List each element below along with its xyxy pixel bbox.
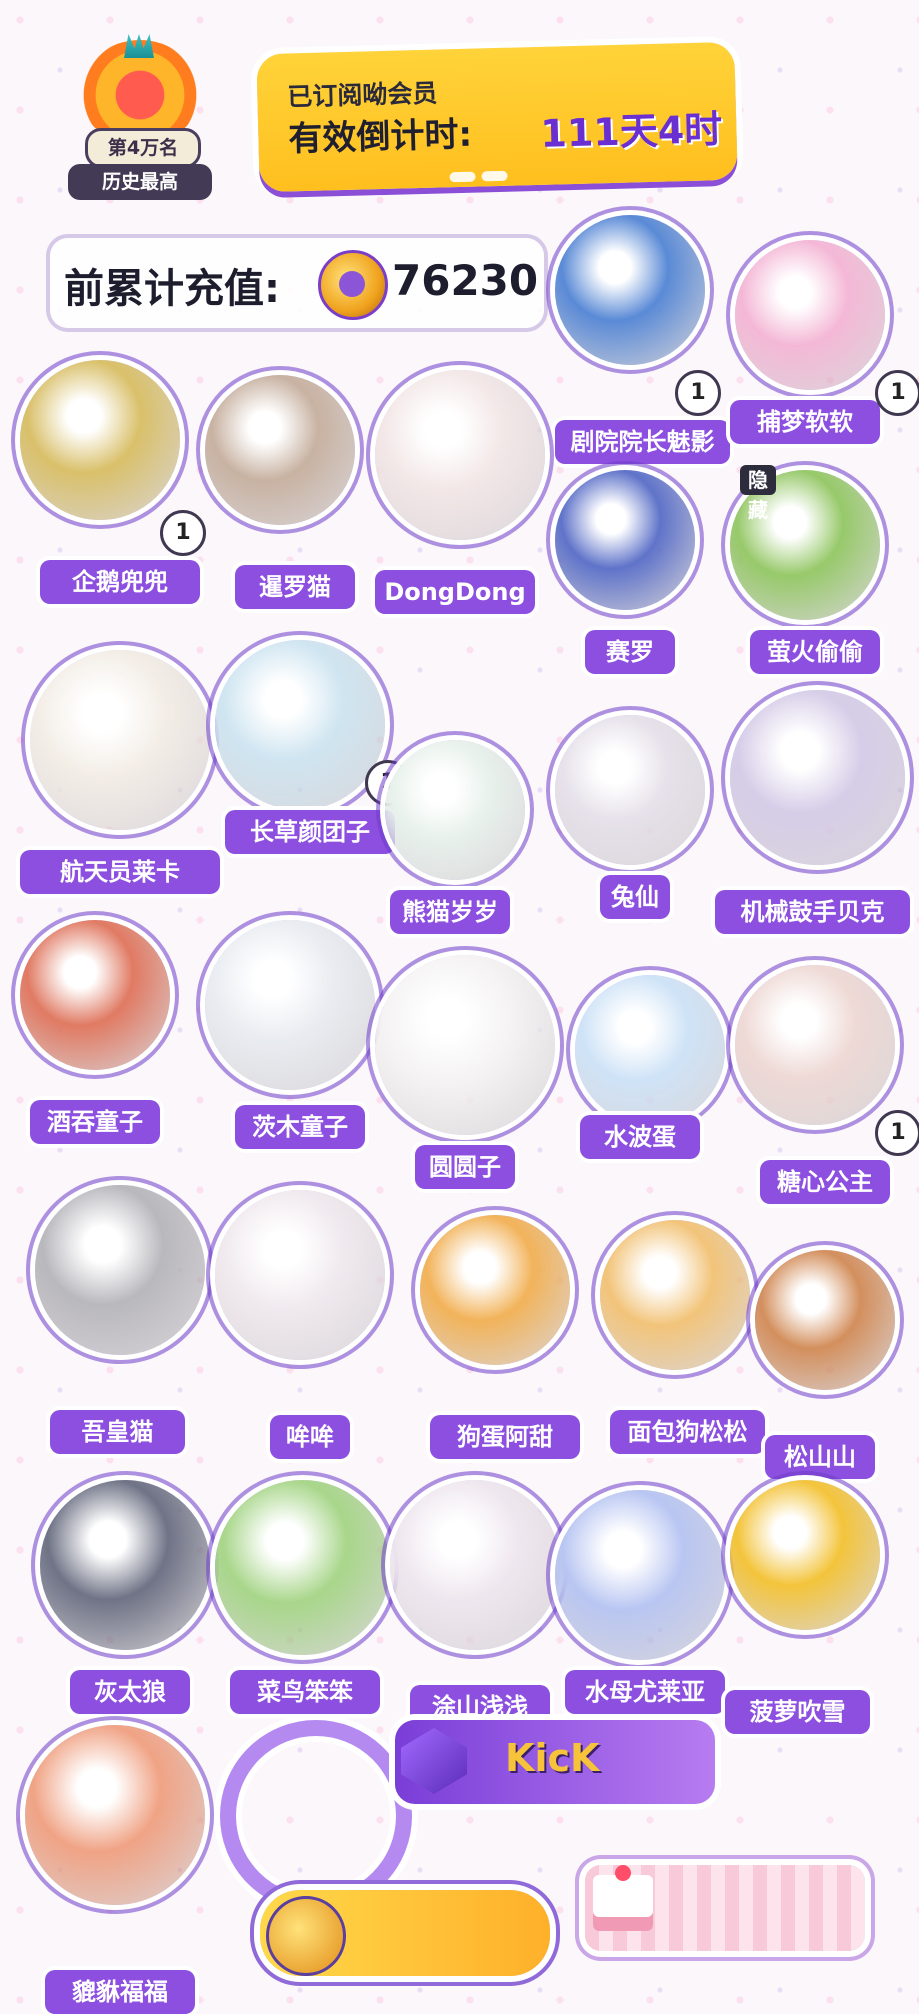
ring-frame-item[interactable] (220, 1720, 412, 1912)
figure-name: 茨木童子 (235, 1105, 365, 1149)
figure-name: 酒吞童子 (30, 1100, 160, 1144)
figure-name: 熊猫岁岁 (390, 890, 510, 934)
figure-image (385, 740, 525, 880)
figure-name: 水母尤莱亚 (565, 1670, 725, 1714)
figure-name: DongDong (375, 570, 535, 614)
figure-name: 吾皇猫 (50, 1410, 185, 1454)
rank-label: 第4万名 (85, 128, 201, 168)
figure-name: 萤火偷偷 (750, 630, 880, 674)
figure-name: 捕梦软软 (730, 400, 880, 444)
figure-image (420, 1215, 570, 1365)
figure-name: 菜鸟笨笨 (230, 1670, 380, 1714)
figure-name: 机械鼓手贝克 (715, 890, 910, 934)
figure-name: 松山山 (765, 1435, 875, 1479)
figure-name: 哞哞 (270, 1415, 350, 1459)
count-badge: 1 (675, 370, 721, 416)
figure-image (20, 920, 170, 1070)
figure-name: 水波蛋 (580, 1115, 700, 1159)
figure-image (735, 240, 885, 390)
page-dots (449, 165, 539, 183)
figure-image (205, 920, 375, 1090)
figure-name: 航天员莱卡 (20, 850, 220, 894)
figure-image (25, 1725, 205, 1905)
figure-name: 菠萝吹雪 (725, 1690, 870, 1734)
figure-image (730, 1480, 880, 1630)
figure-image (575, 975, 725, 1125)
figure-image (205, 375, 355, 525)
figure-image (30, 650, 210, 830)
figure-name: 貔貅福福 (45, 1970, 195, 2014)
figure-name: 糖心公主 (760, 1160, 890, 1204)
figure-image (600, 1220, 750, 1370)
countdown-label: 有效倒计时: (287, 114, 473, 160)
figure-image (215, 1190, 385, 1360)
figure-image (730, 690, 905, 865)
figure-name: 剧院院长魅影 (555, 420, 730, 464)
crystal-icon (401, 1728, 467, 1794)
figure-name: 灰太狼 (70, 1670, 190, 1714)
figure-name: 长草颜团子 (225, 810, 395, 854)
kick-item[interactable]: KicK (395, 1720, 715, 1804)
figure-image (390, 1480, 560, 1650)
phoenix-emblem-icon (82, 40, 198, 140)
figure-image (735, 965, 895, 1125)
recharge-total-bar: 前累计充值: 76230 (50, 238, 544, 328)
rank-badge: 第4万名 历史最高 (60, 40, 220, 200)
rank-sub-label: 历史最高 (68, 164, 212, 200)
figure-name: 狗蛋阿甜 (430, 1415, 580, 1459)
figure-image (375, 955, 555, 1135)
ball-icon (266, 1896, 346, 1976)
ball-item[interactable] (260, 1890, 550, 1976)
figure-image (215, 640, 385, 810)
figure-image (375, 370, 545, 540)
figure-image (555, 1490, 725, 1660)
hidden-tag: 隐藏 (740, 465, 776, 522)
figure-image (20, 360, 180, 520)
figure-image (215, 1480, 390, 1655)
figure-name: 暹罗猫 (235, 565, 355, 609)
figure-name: 兔仙 (600, 875, 670, 919)
count-badge: 1 (875, 1110, 919, 1156)
subscription-card[interactable]: 已订阅呦会员 有效倒计时: 111天4时 (256, 41, 738, 193)
count-badge: 1 (160, 510, 206, 556)
recharge-value: 76230 (392, 256, 539, 305)
figure-image (555, 715, 705, 865)
kick-label: KicK (505, 1736, 600, 1780)
figure-image (40, 1480, 210, 1650)
cake-item[interactable] (585, 1865, 865, 1951)
cake-icon (593, 1865, 653, 1931)
figure-image (555, 470, 695, 610)
figure-name: 企鹅兜兜 (40, 560, 200, 604)
count-badge: 1 (875, 370, 919, 416)
figure-image (35, 1185, 205, 1355)
coin-icon (318, 250, 388, 320)
figure-image (555, 215, 705, 365)
countdown-value: 111天4时 (539, 107, 723, 156)
recharge-label: 前累计充值: (64, 266, 280, 312)
figure-name: 圆圆子 (415, 1145, 515, 1189)
figure-name: 面包狗松松 (610, 1410, 765, 1454)
figure-name: 赛罗 (585, 630, 675, 674)
figure-image (755, 1250, 895, 1390)
